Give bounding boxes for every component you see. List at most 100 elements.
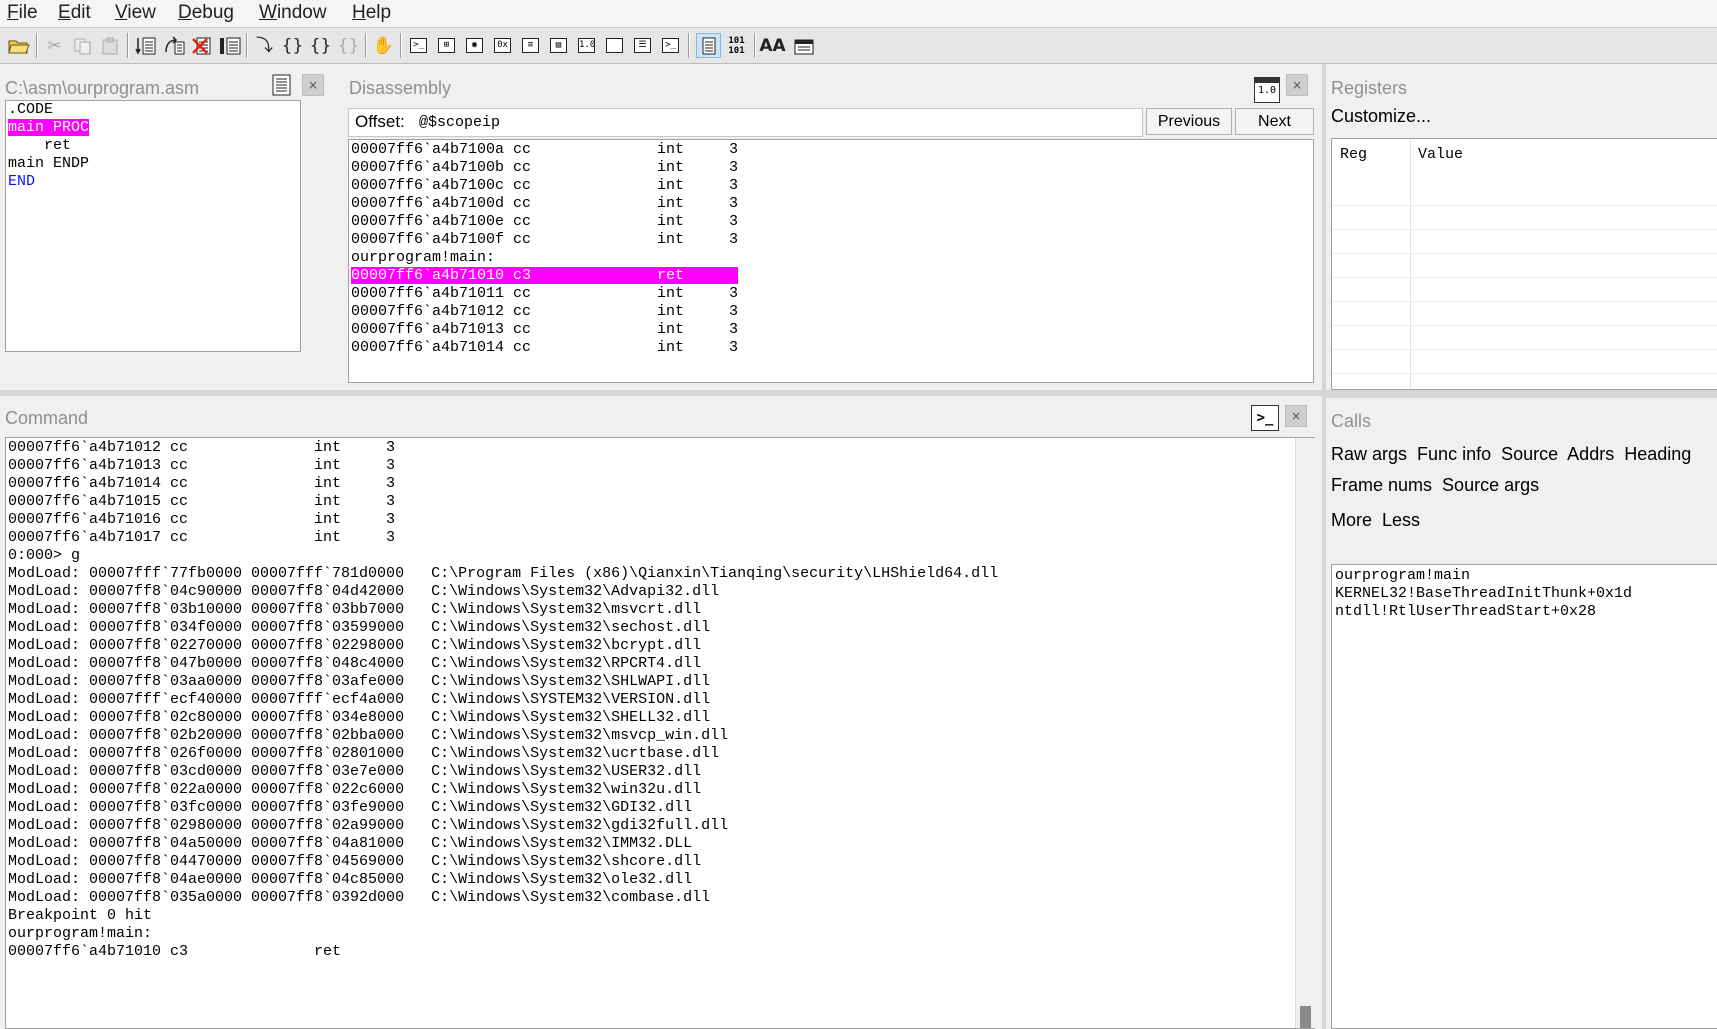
calls-pane-title: Calls [1331, 411, 1372, 431]
command-line: 00007ff6`a4b71016 cc int 3 [8, 511, 396, 528]
call-frame[interactable]: ourprogram!main [1335, 567, 1717, 585]
less-option[interactable]: Less [1382, 510, 1420, 530]
menu-debug[interactable]: Debug [177, 1, 235, 25]
heading-option[interactable]: Heading [1624, 444, 1691, 464]
disassembly-view[interactable]: 00007ff6`a4b7100a cc int 3 00007ff6`a4b7… [348, 139, 1314, 383]
value-column-header: Value [1418, 146, 1464, 163]
command-scrollbar-thumb[interactable] [1300, 1006, 1311, 1028]
disasm-line: 00007ff6`a4b7100b cc int 3 [351, 159, 739, 176]
addrs-option[interactable]: Addrs [1567, 444, 1614, 464]
raw-args-option[interactable]: Raw args [1331, 444, 1407, 464]
options-window-icon[interactable]: >_ [658, 33, 683, 58]
command-line: ModLoad: 00007ff8`03fc0000 00007ff8`03fe… [8, 799, 693, 816]
command-line: ModLoad: 00007ff8`02980000 00007ff8`02a9… [8, 817, 729, 834]
offset-input[interactable]: @$scopeip [419, 114, 500, 131]
disasm-line: 00007ff6`a4b71013 cc int 3 [351, 321, 739, 338]
disassembly-pane-close-button[interactable]: × [1286, 74, 1308, 96]
offset-label: Offset: [355, 112, 405, 131]
call-frame[interactable]: KERNEL32!BaseThreadInitThunk+0x1d [1335, 585, 1717, 603]
command-line: 00007ff6`a4b71014 cc int 3 [8, 475, 396, 492]
font-icon[interactable]: AA [759, 33, 785, 58]
remove-breakpoint-icon[interactable] [189, 33, 214, 58]
source-line-current: main PROC [8, 119, 90, 136]
command-line: ModLoad: 00007ff8`04a50000 00007ff8`04a8… [8, 835, 693, 852]
previous-button[interactable]: Previous [1146, 108, 1232, 135]
command-pane: Command >_ × 00007ff6`a4b71012 cc int 3 … [0, 396, 1322, 1029]
registers-window-icon[interactable]: 0x [490, 33, 515, 58]
menu-window-label: indow [276, 2, 327, 23]
processes-threads-icon[interactable]: ☰ [630, 33, 655, 58]
command-output[interactable]: 00007ff6`a4b71012 cc int 3 00007ff6`a4b7… [5, 437, 1315, 1029]
locals-window-icon[interactable]: ◉ [462, 33, 487, 58]
calls-options-row1: Raw args Func info Source Addrs Heading [1331, 444, 1691, 465]
menu-file[interactable]: File [6, 1, 39, 25]
command-line: 0:000> g [8, 547, 81, 564]
menu-edit-label: dit [70, 2, 91, 23]
disassembly-icon-label: 1.0 [1257, 85, 1277, 96]
menu-window-mnemonic: W [259, 2, 277, 23]
break-icon[interactable]: {} [336, 33, 361, 58]
command-line: 00007ff6`a4b71015 cc int 3 [8, 493, 396, 510]
source-pane-close-button[interactable]: × [302, 74, 324, 96]
call-stack-window-icon[interactable]: ▤ [546, 33, 571, 58]
next-button[interactable]: Next [1235, 108, 1314, 135]
insert-breakpoint-icon[interactable] [133, 33, 158, 58]
command-prompt-icon[interactable]: >_ [1251, 405, 1279, 431]
scratch-pad-icon[interactable] [602, 33, 627, 58]
customize-button[interactable]: Customize... [1331, 106, 1431, 127]
source-editor[interactable]: .CODE main PROC ret main ENDP END [5, 100, 301, 352]
more-option[interactable]: More [1331, 510, 1372, 530]
step-out-icon[interactable] [161, 33, 186, 58]
func-info-option[interactable]: Func info [1417, 444, 1491, 464]
menu-file-label: ile [18, 2, 38, 23]
command-pane-close-button[interactable]: × [1285, 405, 1307, 427]
disasm-line-current: 00007ff6`a4b71010 c3 ret [351, 267, 739, 284]
command-line: ModLoad: 00007ff8`04ae0000 00007ff8`04c8… [8, 871, 693, 888]
disasm-line: 00007ff6`a4b71014 cc int 3 [351, 339, 739, 356]
menu-view[interactable]: View [114, 1, 157, 25]
command-line: ModLoad: 00007ff8`04c90000 00007ff8`04d4… [8, 583, 720, 600]
step-over-icon[interactable]: {} [280, 33, 305, 58]
copy-icon[interactable] [70, 33, 95, 58]
step-into-icon[interactable]: ⤵ [252, 33, 277, 58]
command-line: ModLoad: 00007fff`ecf40000 00007fff`ecf4… [8, 691, 711, 708]
options-icon[interactable] [792, 33, 817, 58]
binary-icon[interactable]: 101 101 [724, 33, 749, 58]
registers-pane: Registers Customize... Reg Value [1326, 64, 1717, 390]
call-frame[interactable]: ntdll!RtlUserThreadStart+0x28 [1335, 603, 1717, 621]
command-line: ModLoad: 00007ff8`034f0000 00007ff8`0359… [8, 619, 711, 636]
registers-grid[interactable]: Reg Value [1331, 138, 1717, 390]
call-stack-list[interactable]: ourprogram!main KERNEL32!BaseThreadInitT… [1331, 564, 1717, 1029]
step-return-icon[interactable]: {} [308, 33, 333, 58]
cut-icon[interactable]: ✂ [42, 33, 67, 58]
command-window-icon[interactable]: >_ [406, 33, 431, 58]
command-pane-title: Command [5, 408, 89, 428]
menu-window[interactable]: Window [258, 1, 328, 25]
source-mode-icon[interactable] [696, 33, 721, 58]
command-line: 00007ff6`a4b71017 cc int 3 [8, 529, 396, 546]
memory-window-icon[interactable]: ≡ [518, 33, 543, 58]
menu-edit[interactable]: Edit [57, 1, 92, 25]
frame-nums-option[interactable]: Frame nums [1331, 475, 1432, 495]
menu-help[interactable]: Help [351, 1, 392, 25]
paste-icon[interactable] [98, 33, 123, 58]
command-scrollbar[interactable] [1295, 438, 1315, 1028]
open-folder-icon[interactable] [6, 33, 31, 58]
source-args-option[interactable]: Source args [1442, 475, 1539, 495]
hand-icon[interactable]: ✋ [371, 33, 396, 58]
command-line: ModLoad: 00007fff`77fb0000 00007fff`781d… [8, 565, 999, 582]
source-option[interactable]: Source [1501, 444, 1558, 464]
right-horizontal-splitter[interactable] [1326, 390, 1717, 398]
command-line: ModLoad: 00007ff8`026f0000 00007ff8`0280… [8, 745, 720, 762]
watch-window-icon[interactable]: ⊞ [434, 33, 459, 58]
disassembly-icon[interactable]: 1.0 [1254, 77, 1280, 103]
menu-view-mnemonic: V [115, 2, 128, 23]
source-line: .CODE [8, 101, 54, 118]
command-line: 00007ff6`a4b71013 cc int 3 [8, 457, 396, 474]
command-line: ModLoad: 00007ff8`03b10000 00007ff8`03bb… [8, 601, 702, 618]
disassembly-window-icon[interactable]: 1.0 [574, 33, 599, 58]
run-to-cursor-icon[interactable] [217, 33, 242, 58]
command-line: ModLoad: 00007ff8`04470000 00007ff8`0456… [8, 853, 702, 870]
command-line: Breakpoint 0 hit [8, 907, 153, 924]
source-file-icon[interactable] [272, 74, 292, 101]
